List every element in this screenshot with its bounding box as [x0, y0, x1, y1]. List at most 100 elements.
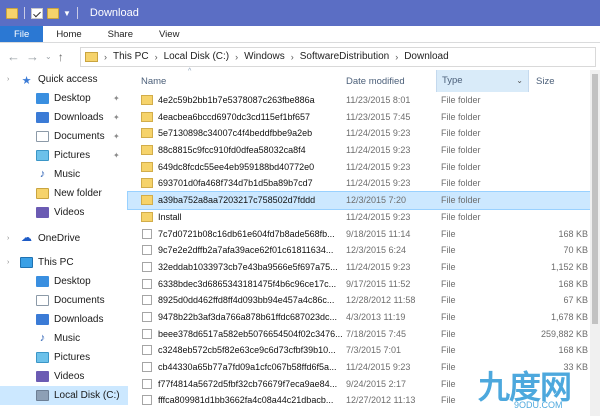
nav-item[interactable]: Desktop ✦	[0, 89, 128, 108]
expand-chevron-icon[interactable]: ›	[7, 259, 9, 266]
nav-item[interactable]: Documents ✦	[0, 127, 128, 146]
nav-item[interactable]: ♪ Music	[0, 165, 128, 184]
file-row[interactable]: 88c8815c9fcc910fd0dfea58032ca8f4 11/24/20…	[128, 142, 600, 159]
chevron-down-icon[interactable]: ⌄	[516, 70, 523, 92]
file-name: 32eddab1033973cb7e43ba9566e5f697a75...	[158, 261, 338, 272]
file-row[interactable]: a39ba752a8aa7203217c758502d7fddd 12/3/201…	[127, 191, 600, 210]
nav-item[interactable]: Downloads	[0, 310, 128, 329]
nav-item[interactable]: Videos	[0, 203, 128, 222]
address-bar[interactable]: › This PC › Local Disk (C:) › Windows › …	[80, 46, 596, 67]
nav-item[interactable]: New folder	[0, 184, 128, 203]
file-row[interactable]: 9478b22b3af3da766a878b61ffdc687023dc... 4…	[128, 309, 600, 326]
tab-view[interactable]: View	[146, 26, 192, 42]
back-arrow-icon[interactable]: ←	[7, 49, 20, 64]
file-date: 12/28/2012 11:58	[346, 295, 416, 306]
nav-item[interactable]: Desktop	[0, 272, 128, 291]
file-row[interactable]: c3248eb572cb5f82e63ce9c6d73cfbf39b10... 7…	[128, 342, 600, 359]
properties-icon[interactable]	[31, 7, 43, 19]
file-row[interactable]: beee378d6517a582eb5076654504f02c3476... 7…	[128, 326, 600, 343]
scrollbar-thumb[interactable]	[592, 74, 598, 324]
tab-share[interactable]: Share	[95, 26, 146, 42]
file-size: 67 KB	[563, 295, 588, 306]
folder-icon	[141, 111, 153, 122]
file-date: 7/3/2015 7:01	[346, 345, 402, 356]
nav-item[interactable]: › This PC	[0, 253, 128, 272]
file-row[interactable]: 8925d0dd462ffd8ff4d093bb94e457a4c86c... 1…	[128, 292, 600, 309]
up-arrow-icon[interactable]: ↑	[58, 50, 64, 64]
nav-item-label: Pictures	[54, 352, 91, 363]
forward-arrow-icon[interactable]: →	[26, 49, 39, 64]
videos-icon	[36, 207, 49, 218]
quick-access-toolbar: ▼	[0, 7, 80, 19]
file-row[interactable]: 9c7e2e2dffb2a7afa39ace62f01c61811634... 1…	[128, 242, 600, 259]
nav-item-label: Pictures	[54, 150, 91, 161]
new-folder-icon[interactable]	[47, 7, 59, 19]
breadcrumb-this-pc[interactable]: This PC	[113, 51, 149, 62]
chevron-right-icon[interactable]: ›	[235, 52, 238, 62]
breadcrumb-download[interactable]: Download	[404, 51, 448, 62]
nav-item-label: Videos	[54, 371, 85, 382]
sort-arrow-icon: ^	[188, 68, 192, 75]
nav-item[interactable]: ♪ Music	[0, 329, 128, 348]
address-row: ← → ⌄ ↑ › This PC › Local Disk (C:) › Wi…	[0, 43, 600, 70]
file-row[interactable]: 649dc8fcdc55ee4eb959188bd40772e0 11/24/20…	[128, 159, 600, 176]
download-icon	[36, 112, 49, 123]
expand-chevron-icon[interactable]: ›	[7, 235, 9, 242]
nav-item[interactable]: Downloads ✦	[0, 108, 128, 127]
tab-file[interactable]: File	[0, 26, 44, 42]
desktop-icon	[36, 93, 49, 104]
file-date: 11/23/2015 7:45	[346, 111, 411, 122]
file-name: 9c7e2e2dffb2a7afa39ace62f01c61811634...	[158, 245, 334, 256]
file-name: c3248eb572cb5f82e63ce9c6d73cfbf39b10...	[158, 345, 336, 356]
column-header-name[interactable]: Name	[141, 76, 166, 87]
file-type: File	[441, 395, 456, 406]
star-icon: ★	[21, 75, 32, 87]
file-name: 4eacbea6bccd6970dc3cd115ef1bf657	[158, 111, 310, 122]
breadcrumb-local-disk[interactable]: Local Disk (C:)	[164, 51, 230, 62]
download-icon	[36, 314, 49, 325]
file-row[interactable]: Install 11/24/2015 9:23 File folder	[128, 209, 600, 226]
file-type: File	[441, 278, 456, 289]
nav-item[interactable]: › ★ Quick access	[0, 70, 128, 89]
nav-item[interactable]: Local Disk (C:)	[0, 386, 128, 405]
file-row[interactable]: 693701d0fa468f734d7b1d5ba89b7cd7 11/24/20…	[128, 175, 600, 192]
file-row[interactable]: 32eddab1033973cb7e43ba9566e5f697a75... 11…	[128, 259, 600, 276]
chevron-right-icon[interactable]: ›	[395, 52, 398, 62]
file-icon	[142, 278, 152, 289]
column-header-type[interactable]: Type ⌄	[436, 70, 529, 92]
file-row[interactable]: 5e7130898c34007c4f4beddfbbe9a2eb 11/24/20…	[128, 125, 600, 142]
nav-item[interactable]: Videos	[0, 367, 128, 386]
document-icon	[36, 295, 49, 306]
chevron-right-icon[interactable]: ›	[155, 52, 158, 62]
file-row[interactable]: 4eacbea6bccd6970dc3cd115ef1bf657 11/23/20…	[128, 109, 600, 126]
recent-dropdown-icon[interactable]: ⌄	[45, 52, 52, 61]
file-row[interactable]: 6338bdec3d6865343181475f4b6c96ce17c... 9/…	[128, 276, 600, 293]
breadcrumb-windows[interactable]: Windows	[244, 51, 285, 62]
chevron-right-icon[interactable]: ›	[291, 52, 294, 62]
file-size: 70 KB	[563, 245, 588, 256]
nav-item[interactable]: Pictures ✦	[0, 146, 128, 165]
nav-item[interactable]: › ☁ OneDrive	[0, 229, 128, 248]
nav-item[interactable]: Documents	[0, 291, 128, 310]
file-name: f77f4814a5672d5fbf32cb76679f7eca9ae84...	[158, 378, 338, 389]
watermark-sub-text: 9ODU.COM	[514, 400, 563, 410]
column-header-size[interactable]: Size	[536, 76, 554, 87]
file-name: Install	[158, 211, 182, 222]
file-name: 88c8815c9fcc910fd0dfea58032ca8f4	[158, 145, 306, 156]
file-date: 11/24/2015 9:23	[346, 128, 411, 139]
nav-item[interactable]: Pictures	[0, 348, 128, 367]
file-type: File folder	[441, 195, 481, 206]
videos-icon	[36, 371, 49, 382]
file-row[interactable]: 4e2c59b2bb1b7e5378087c263fbe886a 11/23/20…	[128, 92, 600, 109]
tab-home[interactable]: Home	[43, 26, 94, 42]
file-type: File folder	[441, 178, 481, 189]
file-row[interactable]: 7c7d0721b08c16db61e604fd7b8ade568fb... 9/…	[128, 226, 600, 243]
column-header-date[interactable]: Date modified	[346, 76, 405, 87]
chevron-down-icon[interactable]: ▼	[63, 9, 71, 18]
breadcrumb-softwaredistribution[interactable]: SoftwareDistribution	[300, 51, 389, 62]
file-type: File folder	[441, 211, 481, 222]
file-date: 9/17/2015 11:52	[346, 278, 411, 289]
expand-chevron-icon[interactable]: ›	[7, 76, 9, 83]
file-type: File	[441, 228, 456, 239]
chevron-right-icon[interactable]: ›	[104, 52, 107, 62]
